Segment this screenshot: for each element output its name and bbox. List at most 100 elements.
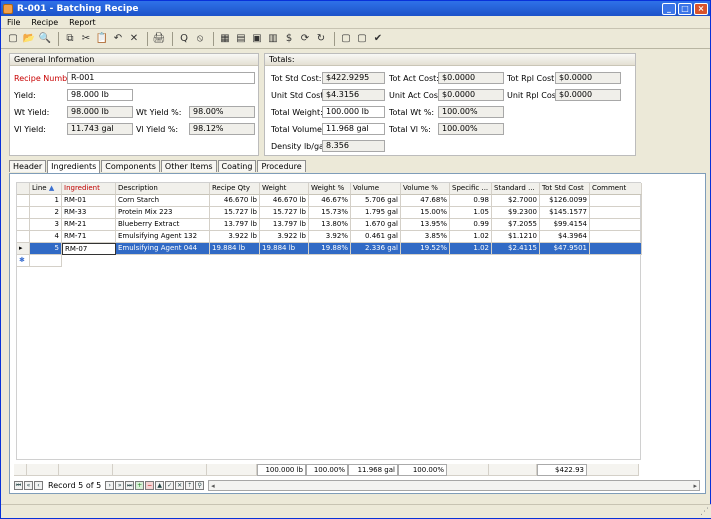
refresh-dollar-icon[interactable]: ⟳ [298,32,312,46]
tab-header[interactable]: Header [9,160,47,172]
column-header-volume[interactable]: Volume [351,183,401,195]
check-icon[interactable]: ✔ [371,32,385,46]
recipe-number-field[interactable]: R-001 [67,72,255,84]
table-icon[interactable]: ▥ [266,32,280,46]
comment-cell[interactable] [590,219,642,231]
copy-icon[interactable]: ⧉ [63,32,77,46]
first-record-icon[interactable]: ⏮ [14,481,23,490]
recipe-qty-cell[interactable]: 15.727 lb [210,207,260,219]
new-row-asterisk-icon[interactable]: ✱ [17,255,30,267]
delete-record-icon[interactable]: − [145,481,155,490]
paste-icon[interactable]: 📋 [95,32,109,46]
footer-spacer [587,464,639,476]
lock-icon[interactable]: ▢ [339,32,353,46]
column-header-description[interactable]: Description [116,183,210,195]
last-record-icon[interactable]: ⏭ [125,481,135,490]
table-row[interactable]: 4 RM-71 Emulsifying Agent 132 3.922 lb 3… [17,231,642,243]
minimize-button[interactable]: _ [662,2,676,15]
new-row[interactable]: ✱ [17,255,642,267]
print-preview-icon[interactable]: 🖨 [152,32,166,46]
next-record-icon[interactable]: › [105,481,115,490]
density-value: 8.356 [322,140,385,152]
menu-file[interactable]: File [7,18,20,27]
table-row[interactable]: 1 RM-01 Corn Starch 46.670 lb 46.670 lb … [17,195,642,207]
recipe-qty-cell[interactable]: 13.797 lb [210,219,260,231]
column-header-weight[interactable]: Weight [260,183,309,195]
ingredient-cell[interactable]: RM-21 [62,219,116,231]
tab-other-items[interactable]: Other Items [160,160,217,172]
table-row[interactable]: 3 RM-21 Blueberry Extract 13.797 lb 13.7… [17,219,642,231]
column-header-recipe-qty[interactable]: Recipe Qty [210,183,260,195]
calc-icon[interactable]: ▦ [218,32,232,46]
column-header-specific[interactable]: Specific ... [450,183,492,195]
row-indicator[interactable] [17,219,30,231]
recipe-qty-cell[interactable]: 46.670 lb [210,195,260,207]
column-header-tot-std-cost[interactable]: Tot Std Cost [540,183,590,195]
cancel-edit-icon[interactable]: ✕ [175,481,185,490]
cut-icon[interactable]: ✂ [79,32,93,46]
total-weight-field[interactable]: 100.000 lb [322,106,385,118]
query-icon[interactable]: Q [177,32,191,46]
recipe-qty-cell[interactable]: 19.884 lb [210,243,260,255]
column-header-ingredient[interactable]: Ingredient [62,183,116,195]
tab-components[interactable]: Components [101,160,160,172]
comment-cell[interactable] [590,207,642,219]
menu-report[interactable]: Report [69,18,96,27]
new-icon[interactable]: ▢ [6,32,20,46]
toolbar: ▢ 📂 🔍 ⧉ ✂ 📋 ↶ ✕ 🖨 Q ⦸ ▦ ▤ ▣ ▥ $ ⟳ ↻ ▢ ▢ … [1,29,710,49]
column-header-volume-pct[interactable]: Volume % [401,183,450,195]
total-volume-field[interactable]: 11.968 gal [322,123,385,135]
recalc-icon[interactable]: ↻ [314,32,328,46]
close-button[interactable]: × [694,2,708,15]
stop-icon[interactable]: ⦸ [193,32,207,46]
row-indicator[interactable] [17,231,30,243]
tab-ingredients[interactable]: Ingredients [47,160,101,173]
menu-recipe[interactable]: Recipe [31,18,58,27]
find-icon[interactable]: 🔍 [38,32,52,46]
comment-cell[interactable] [590,231,642,243]
resize-grip-icon[interactable]: ⋰ [700,507,709,517]
previous-record-icon[interactable]: ‹ [34,481,43,490]
horizontal-scrollbar[interactable]: ◂ ▸ [208,480,700,491]
ingredient-cell[interactable]: RM-33 [62,207,116,219]
folder-icon[interactable]: ▣ [250,32,264,46]
open-icon[interactable]: 📂 [22,32,36,46]
comment-cell[interactable] [590,195,642,207]
dollar-icon[interactable]: $ [282,32,296,46]
post-edit-icon[interactable]: ✓ [165,481,175,490]
delete-icon[interactable]: ✕ [127,32,141,46]
column-header-line[interactable]: Line ▲ [30,183,62,195]
unlock-icon[interactable]: ▢ [355,32,369,46]
comment-cell[interactable] [590,243,642,255]
undo-icon[interactable]: ↶ [111,32,125,46]
grid-footer-totals: 100.000 lb 100.00% 11.968 gal 100.00% $4… [14,464,639,476]
total-vl-pct-label: Total Vl %: [389,125,431,134]
table-row[interactable]: 2 RM-33 Protein Mix 223 15.727 lb 15.727… [17,207,642,219]
refresh-icon[interactable]: ⇡ [185,481,195,490]
ingredient-cell[interactable]: RM-71 [62,231,116,243]
ingredients-grid[interactable]: Line ▲ Ingredient Description Recipe Qty… [16,182,642,460]
column-header-standard[interactable]: Standard ... [492,183,540,195]
ingredient-cell-focused[interactable]: RM-07 [62,243,116,255]
scroll-right-icon[interactable]: ▸ [693,482,697,490]
tab-coating[interactable]: Coating [217,160,257,172]
tab-procedure[interactable]: Procedure [257,160,306,172]
next-page-icon[interactable]: » [115,481,125,490]
row-indicator[interactable] [17,195,30,207]
row-selected-pointer-icon[interactable]: ▸ [17,243,30,255]
scroll-left-icon[interactable]: ◂ [211,482,215,490]
edit-record-icon[interactable]: ▲ [155,481,165,490]
new-row-cell[interactable] [30,255,62,267]
previous-page-icon[interactable]: « [24,481,33,490]
maximize-button[interactable]: □ [678,2,692,15]
yield-field[interactable]: 98.000 lb [67,89,133,101]
table-row-selected[interactable]: ▸ 5 RM-07 Emulsifying Agent 044 19.884 l… [17,243,642,255]
batch-icon[interactable]: ▤ [234,32,248,46]
filter-icon[interactable]: ⚲ [195,481,205,490]
row-indicator[interactable] [17,207,30,219]
recipe-qty-cell[interactable]: 3.922 lb [210,231,260,243]
add-record-icon[interactable]: + [135,481,145,490]
column-header-weight-pct[interactable]: Weight % [309,183,351,195]
column-header-comment[interactable]: Comment [590,183,642,195]
ingredient-cell[interactable]: RM-01 [62,195,116,207]
